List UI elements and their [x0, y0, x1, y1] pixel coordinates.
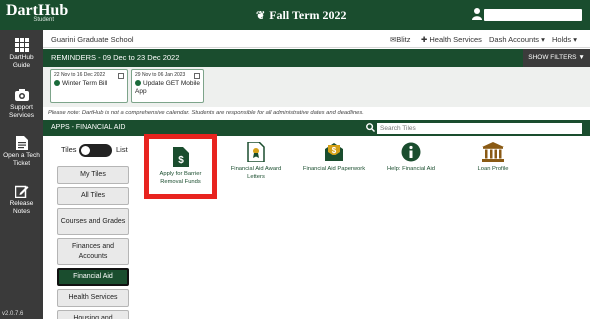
nav-item-release-notes[interactable]: Release Notes: [0, 184, 43, 216]
reminder-checkbox[interactable]: [118, 73, 124, 79]
toggle-label-list: List: [116, 145, 128, 154]
reminder-card[interactable]: 29 Nov to 06 Jan 2023 Update GET Mobile …: [131, 69, 204, 103]
school-name: Guarini Graduate School: [51, 35, 134, 44]
term-label: Fall Term 2022: [269, 8, 347, 22]
blitz-label: Blitz: [396, 35, 411, 44]
tile-award-letters[interactable]: Financial Aid Award Letters: [226, 142, 286, 181]
category-my-tiles[interactable]: My Tiles: [57, 166, 129, 184]
tile-label: Financial Aid Paperwork: [302, 166, 366, 172]
dash-accounts-menu[interactable]: Dash Accounts ▾: [489, 35, 545, 44]
camera-icon: [14, 89, 29, 101]
category-housing[interactable]: Housing and: [57, 310, 129, 319]
nav-label: Open a Tech: [3, 152, 40, 159]
apps-title: APPS - FINANCIAL AID: [51, 124, 126, 131]
top-bar: DartHub Student ❦ Fall Term 2022: [0, 0, 590, 30]
tile-financial-aid-paperwork[interactable]: $ Financial Aid Paperwork: [294, 142, 374, 174]
status-dot-icon: [54, 80, 60, 87]
health-label: Health Services: [429, 35, 482, 44]
grid-icon: [14, 38, 29, 52]
apps-bar: APPS - FINANCIAL AID: [43, 120, 590, 136]
main-content: Guarini Graduate School ✉Blitz ✚ Health …: [43, 30, 590, 319]
nav-label: Support: [10, 104, 33, 111]
school-bar: Guarini Graduate School ✉Blitz ✚ Health …: [43, 30, 590, 48]
show-filters-button[interactable]: SHOW FILTERS ▼: [523, 49, 590, 67]
nav-label: Release: [9, 200, 34, 207]
nav-label: Notes: [13, 208, 30, 215]
nav-item-tech-ticket[interactable]: Open a Tech Ticket: [0, 136, 43, 168]
nav-label: Services: [9, 112, 34, 119]
tile-label: Apply for Barrier Removal Funds: [159, 171, 202, 185]
info-icon: [401, 142, 421, 162]
reminder-date: 29 Nov to 06 Jan 2023: [135, 72, 186, 78]
show-filters-label: SHOW FILTERS: [528, 54, 577, 61]
tile-label: Help: Financial Aid: [386, 166, 435, 172]
reminders-bar: REMINDERS - 09 Dec to 23 Dec 2022 SHOW F…: [43, 49, 590, 67]
user-icon[interactable]: [471, 7, 483, 21]
svg-text:$: $: [178, 155, 184, 166]
reminder-title-text: Update GET Mobile App: [135, 80, 200, 95]
filter-icon: ▼: [578, 54, 585, 61]
award-document-icon: [247, 142, 265, 162]
edit-icon: [14, 185, 28, 198]
nav-item-support-services[interactable]: Support Services: [0, 88, 43, 120]
category-financial-aid[interactable]: Financial Aid: [57, 268, 129, 286]
version-label: v2.0.7.6: [2, 311, 24, 317]
view-toggle-switch[interactable]: [79, 144, 112, 157]
left-nav: DartHub Guide Support Services Open a Te…: [0, 30, 43, 319]
tile-loan-profile[interactable]: Loan Profile: [465, 142, 521, 174]
bank-icon: [482, 142, 504, 162]
envelope-dollar-icon: $: [325, 143, 343, 161]
tile-help-financial-aid[interactable]: Help: Financial Aid: [379, 142, 443, 174]
search-icon: [366, 123, 375, 132]
document-icon: [15, 136, 28, 150]
reminder-card[interactable]: 22 Nov to 16 Dec 2022 Winter Term Bill: [50, 69, 128, 103]
nav-label: Ticket: [12, 160, 31, 167]
toggle-knob: [81, 146, 90, 155]
tile-barrier-removal-funds[interactable]: $ Apply for Barrier Removal Funds: [144, 134, 217, 199]
toggle-label-tiles: Tiles: [61, 145, 77, 154]
document-dollar-icon: $: [172, 147, 189, 167]
reminder-checkbox[interactable]: [194, 73, 200, 79]
status-dot-icon: [135, 80, 141, 87]
nav-label: DartHub: [9, 54, 34, 61]
reminder-title: Winter Term Bill: [54, 80, 124, 88]
holds-label: Holds: [552, 35, 572, 44]
nav-item-darthub-guide[interactable]: DartHub Guide: [0, 38, 43, 70]
dash-label: Dash Accounts: [489, 35, 540, 44]
leaf-icon: ❦: [256, 10, 266, 22]
category-health-services[interactable]: Health Services: [57, 289, 129, 307]
health-services-link[interactable]: ✚ Health Services: [421, 35, 482, 44]
caret-down-icon: ▾: [541, 35, 545, 44]
blitz-link[interactable]: ✉Blitz: [390, 35, 410, 44]
reminder-title: Update GET Mobile App: [135, 80, 200, 96]
term-title: ❦ Fall Term 2022: [256, 8, 347, 23]
category-finances-accounts[interactable]: Finances and Accounts: [57, 238, 129, 265]
tile-label: Loan Profile: [477, 166, 509, 172]
user-name-field[interactable]: [484, 9, 582, 21]
reminders-title: REMINDERS - 09 Dec to 23 Dec 2022: [51, 53, 180, 62]
reminder-date: 22 Nov to 16 Dec 2022: [54, 72, 106, 78]
category-courses-grades[interactable]: Courses and Grades: [57, 208, 129, 235]
medical-bag-icon: ✚: [421, 35, 428, 44]
reminder-area: 22 Nov to 16 Dec 2022 Winter Term Bill 2…: [43, 67, 590, 107]
holds-menu[interactable]: Holds ▾: [552, 35, 577, 44]
search-tiles-input[interactable]: [377, 123, 582, 134]
caret-down-icon: ▾: [573, 35, 578, 44]
svg-text:$: $: [332, 146, 337, 155]
category-all-tiles[interactable]: All Tiles: [57, 187, 129, 205]
nav-label: Guide: [12, 62, 31, 69]
calendar-note: Please note: DartHub is not a comprehens…: [48, 110, 364, 116]
tile-label: Financial Aid Award Letters: [230, 166, 282, 180]
brand-logo[interactable]: DartHub Student: [6, 2, 68, 23]
reminder-title-text: Winter Term Bill: [62, 80, 108, 87]
